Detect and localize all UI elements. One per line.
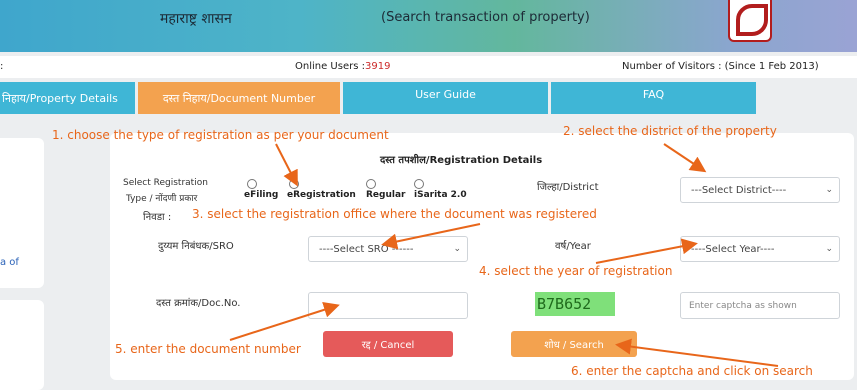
arrow-step2 xyxy=(663,143,707,173)
arrow-step5 xyxy=(229,302,340,341)
arrow-step6 xyxy=(615,338,779,367)
annotation-arrows xyxy=(229,143,779,367)
arrow-step4 xyxy=(595,238,698,264)
arrow-step1 xyxy=(275,143,298,187)
arrow-step3 xyxy=(381,223,481,250)
